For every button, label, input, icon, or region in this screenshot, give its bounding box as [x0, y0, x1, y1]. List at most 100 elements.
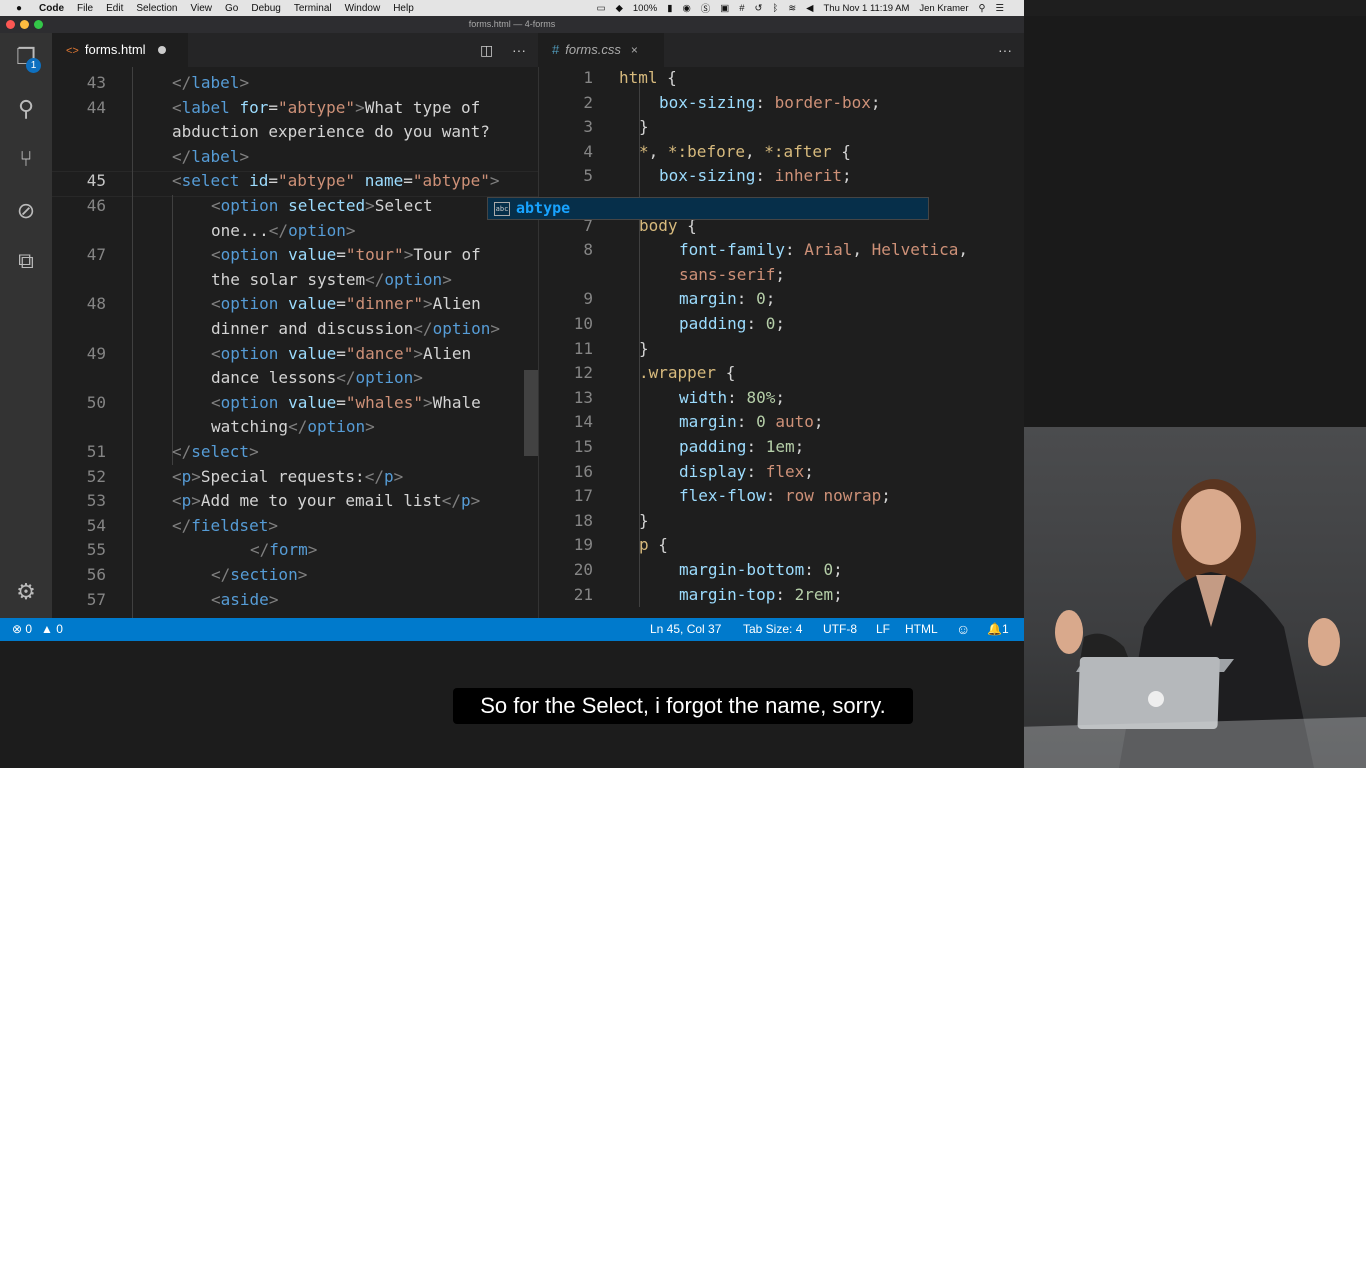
- tab-size[interactable]: Tab Size: 4: [743, 618, 802, 641]
- line-number[interactable]: 13: [539, 388, 593, 407]
- line-number[interactable]: 19: [539, 535, 593, 554]
- line-number[interactable]: 9: [539, 289, 593, 308]
- code-line[interactable]: sans-serif;: [679, 265, 785, 284]
- menu-debug[interactable]: Debug: [251, 3, 280, 14]
- time-machine-icon[interactable]: ↺: [755, 3, 763, 14]
- close-window-button[interactable]: [6, 20, 15, 29]
- code-line[interactable]: </label>: [172, 73, 249, 92]
- code-line[interactable]: display: flex;: [679, 462, 814, 481]
- line-number[interactable]: 52: [52, 467, 106, 486]
- line-number[interactable]: 15: [539, 437, 593, 456]
- unsaved-dot-icon[interactable]: [157, 46, 166, 54]
- code-line[interactable]: margin-top: 2rem;: [679, 585, 843, 604]
- code-line[interactable]: margin: 0 auto;: [679, 412, 824, 431]
- code-line[interactable]: <option selected>Select: [211, 196, 433, 215]
- menu-help[interactable]: Help: [393, 3, 414, 14]
- wifi-icon[interactable]: ≋: [788, 3, 796, 14]
- line-number[interactable]: 21: [539, 585, 593, 604]
- tab-forms-html[interactable]: <> forms.html: [52, 33, 188, 67]
- menu-view[interactable]: View: [191, 3, 213, 14]
- line-number[interactable]: 46: [52, 196, 106, 215]
- line-number[interactable]: 11: [539, 339, 593, 358]
- code-line[interactable]: html {: [619, 68, 677, 87]
- extensions-icon[interactable]: ⧉: [10, 245, 42, 277]
- apple-icon[interactable]: ●: [12, 3, 26, 14]
- bluetooth-icon[interactable]: ᛒ: [773, 3, 779, 14]
- battery-icon[interactable]: ▮: [667, 3, 672, 14]
- notification-center-icon[interactable]: ☰: [995, 3, 1004, 14]
- notifications-status[interactable]: 🔔1: [987, 618, 1009, 641]
- code-line[interactable]: <option value="whales">Whale: [211, 393, 481, 412]
- encoding[interactable]: UTF-8: [823, 618, 857, 641]
- line-number[interactable]: 2: [539, 93, 593, 112]
- menu-window[interactable]: Window: [345, 3, 381, 14]
- code-line[interactable]: </form>: [250, 540, 317, 559]
- close-tab-icon[interactable]: ×: [631, 43, 638, 57]
- line-number[interactable]: 44: [52, 98, 106, 117]
- line-number[interactable]: 51: [52, 442, 106, 461]
- code-line[interactable]: }: [639, 339, 649, 358]
- line-ending[interactable]: LF: [876, 618, 890, 641]
- minimize-window-button[interactable]: [20, 20, 29, 29]
- code-line[interactable]: </select>: [172, 442, 259, 461]
- code-line[interactable]: <label for="abtype">What type of: [172, 98, 480, 117]
- line-number[interactable]: 55: [52, 540, 106, 559]
- code-line[interactable]: }: [639, 117, 649, 136]
- code-line[interactable]: dance lessons</option>: [211, 368, 423, 387]
- line-number[interactable]: 12: [539, 363, 593, 382]
- menu-go[interactable]: Go: [225, 3, 238, 14]
- code-line[interactable]: dinner and discussion</option>: [211, 319, 500, 338]
- menu-terminal[interactable]: Terminal: [294, 3, 332, 14]
- line-number[interactable]: 3: [539, 117, 593, 136]
- spotlight-icon[interactable]: ⚲: [979, 3, 986, 14]
- menu-edit[interactable]: Edit: [106, 3, 123, 14]
- line-number[interactable]: 56: [52, 565, 106, 584]
- line-number[interactable]: 8: [539, 240, 593, 259]
- errors-status[interactable]: ⊗ 0: [12, 618, 32, 641]
- cursor-position[interactable]: Ln 45, Col 37: [650, 618, 721, 641]
- line-number[interactable]: 49: [52, 344, 106, 363]
- html-editor[interactable]: 43 </label> 44 <label for="abtype">What typ…: [52, 67, 538, 618]
- code-line[interactable]: <option value="dinner">Alien: [211, 294, 481, 313]
- line-number[interactable]: 43: [52, 73, 106, 92]
- line-number[interactable]: 57: [52, 590, 106, 609]
- code-line[interactable]: flex-flow: row nowrap;: [679, 486, 891, 505]
- search-icon[interactable]: ⚲: [10, 93, 42, 125]
- code-line[interactable]: <option value="tour">Tour of: [211, 245, 481, 264]
- line-number[interactable]: 54: [52, 516, 106, 535]
- code-line[interactable]: <p>Special requests:</p>: [172, 467, 403, 486]
- code-line[interactable]: *, *:before, *:after {: [639, 142, 851, 161]
- line-number[interactable]: 17: [539, 486, 593, 505]
- debug-icon[interactable]: ⊘: [10, 195, 42, 227]
- code-line[interactable]: <aside>: [211, 590, 278, 609]
- code-line[interactable]: <option value="dance">Alien: [211, 344, 471, 363]
- more-actions-button[interactable]: ···: [512, 33, 526, 67]
- html-editor-scrollbar[interactable]: [524, 370, 538, 456]
- autocomplete-suggestion[interactable]: abc abtype: [487, 197, 929, 220]
- code-line[interactable]: margin: 0;: [679, 289, 775, 308]
- code-line[interactable]: one...</option>: [211, 221, 356, 240]
- code-line[interactable]: abduction experience do you want?: [172, 122, 490, 141]
- line-number[interactable]: 5: [539, 166, 593, 185]
- line-number[interactable]: 48: [52, 294, 106, 313]
- code-line[interactable]: box-sizing: inherit;: [659, 166, 852, 185]
- code-line[interactable]: </fieldset>: [172, 516, 278, 535]
- code-line[interactable]: font-family: Arial, Helvetica,: [679, 240, 968, 259]
- code-line[interactable]: width: 80%;: [679, 388, 785, 407]
- code-line[interactable]: <p>Add me to your email list</p>: [172, 491, 480, 510]
- code-line[interactable]: margin-bottom: 0;: [679, 560, 843, 579]
- code-line[interactable]: padding: 1em;: [679, 437, 804, 456]
- code-line[interactable]: </label>: [172, 147, 249, 166]
- code-line[interactable]: p {: [639, 535, 668, 554]
- line-number[interactable]: 1: [539, 68, 593, 87]
- line-number[interactable]: 47: [52, 245, 106, 264]
- code-line[interactable]: </section>: [211, 565, 307, 584]
- source-control-icon[interactable]: ⑂: [10, 143, 42, 175]
- css-editor[interactable]: 1 html {2 box-sizing: border-box; 3} 4 *, *:b…: [538, 67, 1025, 618]
- line-number[interactable]: 18: [539, 511, 593, 530]
- gear-icon[interactable]: ⚙: [10, 576, 42, 608]
- code-line[interactable]: }: [639, 511, 649, 530]
- line-number[interactable]: 4: [539, 142, 593, 161]
- split-editor-icon[interactable]: ◫: [480, 33, 493, 67]
- menu-code[interactable]: Code: [39, 3, 64, 14]
